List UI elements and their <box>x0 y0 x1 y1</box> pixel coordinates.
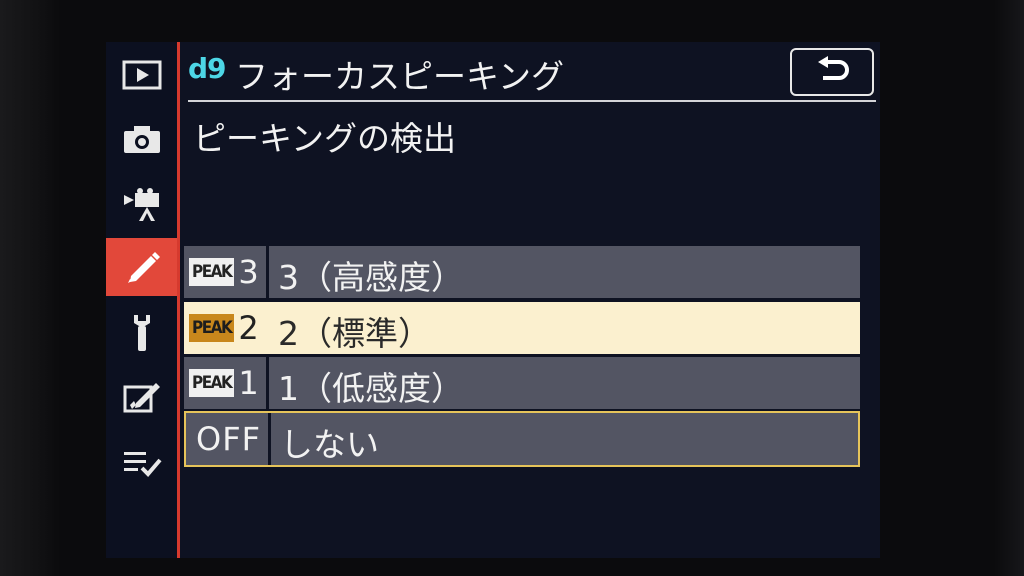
setting-subtitle: ピーキングの検出 <box>193 119 457 158</box>
option-label: 3（高感度） <box>278 258 464 297</box>
back-button[interactable] <box>790 48 874 96</box>
option-label: しない <box>280 425 379 464</box>
peak-badge: PEAK <box>189 369 235 397</box>
sidebar-item-photo-shooting[interactable] <box>106 110 177 168</box>
option-separator <box>266 357 269 409</box>
option-separator <box>268 413 271 465</box>
my-menu-icon <box>122 448 162 478</box>
peak-badge: PEAK <box>189 258 235 286</box>
movie-camera-icon <box>122 187 162 223</box>
option-off[interactable]: OFF しない <box>184 411 860 467</box>
sidebar-item-retouch[interactable] <box>106 368 177 426</box>
peak-badge: PEAK <box>189 314 235 342</box>
option-prefix: PEAK 2 <box>184 302 266 354</box>
camera-bezel-right <box>994 0 1024 576</box>
option-peak-3[interactable]: PEAK 3 3（高感度） <box>184 246 860 298</box>
option-peak-1[interactable]: PEAK 1 1（低感度） <box>184 357 860 409</box>
wrench-icon <box>127 313 157 353</box>
option-prefix: OFF <box>186 413 268 465</box>
page-title: フォーカスピーキング <box>235 57 565 96</box>
sidebar-item-my-menu[interactable] <box>106 434 177 492</box>
option-label: 1（低感度） <box>278 369 464 408</box>
menu-header: d9 フォーカスピーキング <box>188 42 878 100</box>
menu-sidebar <box>106 42 177 558</box>
option-prefix: PEAK 3 <box>184 246 266 298</box>
peak-level: 3 <box>238 253 259 291</box>
sidebar-item-playback[interactable] <box>106 46 177 104</box>
sidebar-item-movie-shooting[interactable] <box>106 176 177 234</box>
sidebar-item-setup[interactable] <box>106 304 177 362</box>
sidebar-divider <box>177 42 180 558</box>
peak-level: 2 <box>238 309 259 347</box>
option-peak-2[interactable]: PEAK 2 2（標準） <box>184 302 860 354</box>
off-indicator: OFF <box>196 420 261 458</box>
option-label: 2（標準） <box>278 314 431 353</box>
header-divider <box>188 100 876 102</box>
retouch-icon <box>122 379 162 415</box>
peak-level: 1 <box>238 364 259 402</box>
play-icon <box>122 60 162 90</box>
camera-icon <box>122 123 162 155</box>
option-separator <box>266 246 269 298</box>
camera-bezel-left <box>0 0 60 576</box>
camera-menu-screen: d9 フォーカスピーキング ピーキングの検出 PEAK 3 3（高感度） PEA… <box>106 42 880 558</box>
sidebar-item-custom-settings[interactable] <box>106 238 177 296</box>
pencil-icon <box>122 249 162 285</box>
menu-code: d9 <box>188 52 227 85</box>
option-prefix: PEAK 1 <box>184 357 266 409</box>
return-icon <box>815 56 849 88</box>
